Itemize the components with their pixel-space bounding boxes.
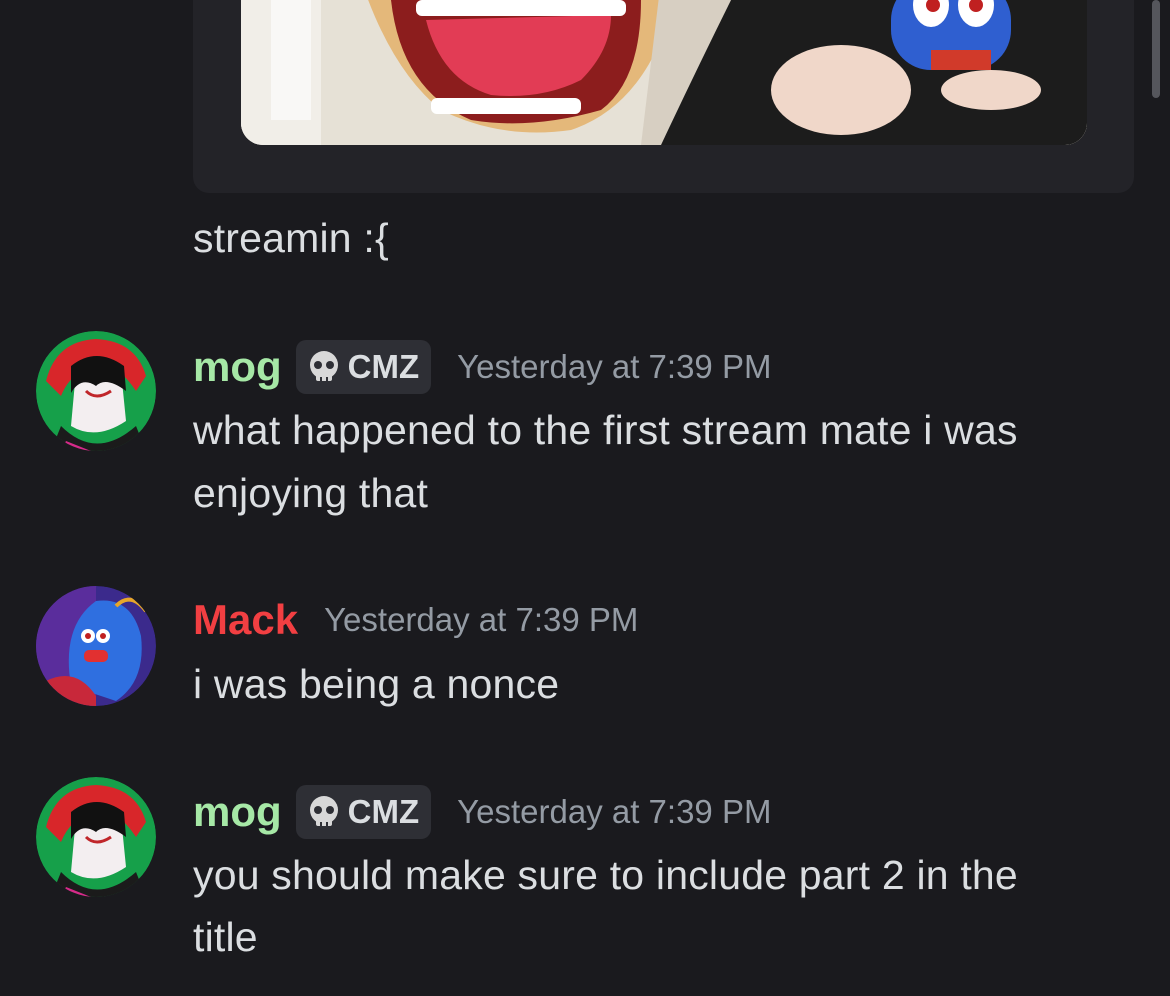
message-text-line: i was being a nonce bbox=[193, 661, 560, 707]
message-header: Mack Yesterday at 7:39 PM bbox=[193, 591, 638, 649]
timestamp: Yesterday at 7:39 PM bbox=[324, 601, 639, 638]
tag-label: CMZ bbox=[347, 793, 420, 830]
clan-tag[interactable]: CMZ bbox=[295, 785, 432, 839]
avatar-mog[interactable] bbox=[36, 331, 156, 451]
timestamp: Yesterday at 7:39 PM bbox=[457, 348, 772, 385]
avatar-mog[interactable] bbox=[36, 777, 156, 897]
message-header: mog CMZ Yesterday at 7:39 PM bbox=[193, 338, 771, 396]
scrollbar-thumb[interactable] bbox=[1152, 0, 1160, 98]
message-text-line: enjoying that bbox=[193, 470, 429, 516]
avatar-mack[interactable] bbox=[36, 586, 156, 706]
timestamp: Yesterday at 7:39 PM bbox=[457, 793, 772, 830]
message-text-line: title bbox=[193, 914, 258, 960]
embed-thumbnail-image[interactable] bbox=[241, 0, 1087, 145]
link-embed bbox=[193, 0, 1134, 193]
message-text-line: what happened to the first stream mate i… bbox=[193, 407, 1018, 453]
username[interactable]: mog bbox=[193, 788, 282, 836]
username[interactable]: Mack bbox=[193, 596, 298, 644]
message-header: mog CMZ Yesterday at 7:39 PM bbox=[193, 783, 771, 841]
message-text: streamin :{ bbox=[193, 215, 389, 261]
clan-tag[interactable]: CMZ bbox=[295, 340, 432, 394]
skull-icon bbox=[309, 796, 338, 826]
message-text-line: you should make sure to include part 2 i… bbox=[193, 852, 1018, 898]
tag-label: CMZ bbox=[347, 348, 420, 385]
skull-icon bbox=[309, 351, 338, 381]
username[interactable]: mog bbox=[193, 343, 282, 391]
